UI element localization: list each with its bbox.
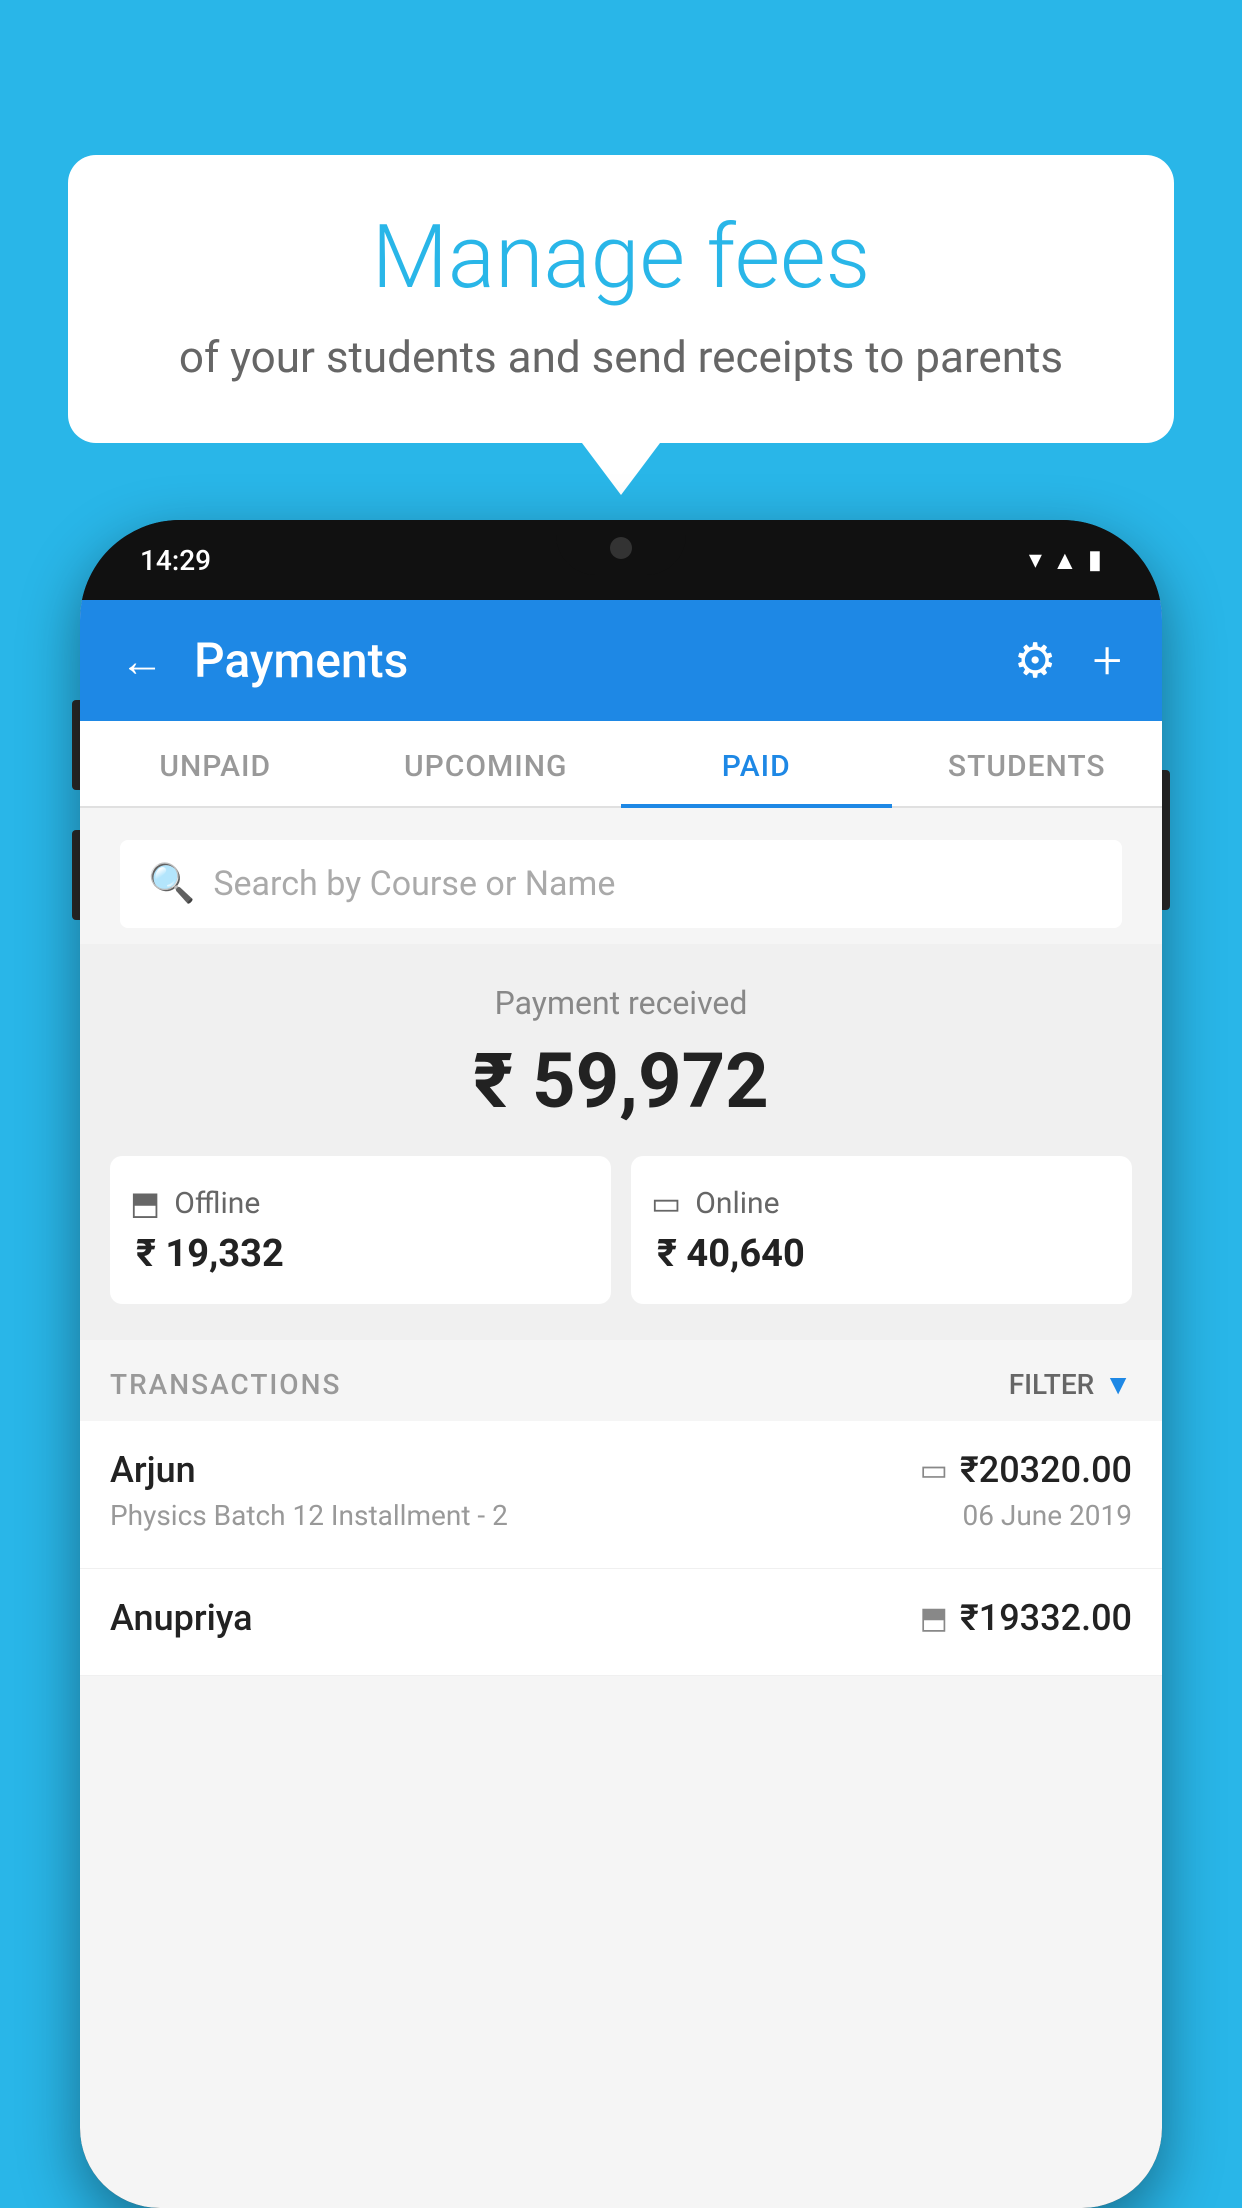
tabs-bar: UNPAID UPCOMING PAID STUDENTS xyxy=(80,721,1162,808)
signal-icon: ▲ xyxy=(1052,545,1078,576)
bubble-subtitle: of your students and send receipts to pa… xyxy=(128,331,1114,383)
offline-amount: ₹ 19,332 xyxy=(130,1232,284,1276)
phone-notch xyxy=(556,520,686,575)
online-amount: ₹ 40,640 xyxy=(651,1232,805,1276)
tab-students[interactable]: STUDENTS xyxy=(892,721,1163,806)
back-button[interactable]: ← xyxy=(120,635,164,687)
battery-icon: ▮ xyxy=(1088,545,1102,575)
transaction-name-1: Arjun xyxy=(110,1449,196,1491)
transaction-detail-1: Physics Batch 12 Installment - 2 xyxy=(110,1499,508,1532)
transaction-row-2: Anupriya ⬒ ₹19332.00 xyxy=(110,1597,1132,1639)
transaction-detail-row-1: Physics Batch 12 Installment - 2 06 June… xyxy=(110,1499,1132,1532)
table-row[interactable]: Anupriya ⬒ ₹19332.00 xyxy=(80,1569,1162,1676)
transactions-header: TRANSACTIONS FILTER ▼ xyxy=(80,1340,1162,1421)
offline-card: ⬒ Offline ₹ 19,332 xyxy=(110,1156,611,1304)
transactions-label: TRANSACTIONS xyxy=(110,1368,341,1401)
app-content: ← Payments ⚙ + UNPAID UPCOMING PAID STUD… xyxy=(80,600,1162,2208)
offline-label: Offline xyxy=(174,1186,260,1221)
transaction-amount-value-2: ₹19332.00 xyxy=(960,1597,1132,1639)
transaction-list: Arjun ▭ ₹20320.00 Physics Batch 12 Insta… xyxy=(80,1421,1162,1676)
tab-upcoming[interactable]: UPCOMING xyxy=(351,721,622,806)
search-icon: 🔍 xyxy=(148,862,195,906)
transaction-amount-1: ▭ ₹20320.00 xyxy=(920,1449,1132,1491)
filter-label: FILTER xyxy=(1009,1368,1095,1401)
payment-cards: ⬒ Offline ₹ 19,332 ▭ Online ₹ 40,640 xyxy=(110,1156,1132,1304)
online-label: Online xyxy=(695,1186,779,1221)
card-payment-icon-2: ⬒ xyxy=(920,1601,948,1636)
volume-down-button xyxy=(72,830,80,920)
wifi-icon: ▾ xyxy=(1029,545,1042,575)
status-bar: 14:29 ▾ ▲ ▮ xyxy=(80,520,1162,600)
tab-unpaid[interactable]: UNPAID xyxy=(80,721,351,806)
table-row[interactable]: Arjun ▭ ₹20320.00 Physics Batch 12 Insta… xyxy=(80,1421,1162,1569)
card-payment-icon-1: ▭ xyxy=(920,1453,948,1488)
online-icon: ▭ xyxy=(651,1184,681,1222)
camera xyxy=(610,537,632,559)
transaction-amount-2: ⬒ ₹19332.00 xyxy=(920,1597,1132,1639)
payment-received-label: Payment received xyxy=(110,984,1132,1022)
phone-frame: 14:29 ▾ ▲ ▮ ← Payments ⚙ + UNPAID UPCOMI… xyxy=(80,520,1162,2208)
tab-paid[interactable]: PAID xyxy=(621,721,892,806)
status-time: 14:29 xyxy=(140,544,211,577)
filter-button[interactable]: FILTER ▼ xyxy=(1009,1368,1132,1401)
header-left: ← Payments xyxy=(120,632,408,689)
bubble-title: Manage fees xyxy=(128,210,1114,307)
payment-total-amount: ₹ 59,972 xyxy=(110,1036,1132,1126)
online-card: ▭ Online ₹ 40,640 xyxy=(631,1156,1132,1304)
speech-bubble: Manage fees of your students and send re… xyxy=(68,155,1174,443)
transaction-row-1: Arjun ▭ ₹20320.00 xyxy=(110,1449,1132,1491)
transaction-name-2: Anupriya xyxy=(110,1597,253,1639)
add-button[interactable]: + xyxy=(1093,630,1122,691)
transaction-amount-value-1: ₹20320.00 xyxy=(960,1449,1132,1491)
power-button xyxy=(1162,770,1170,910)
search-bar[interactable]: 🔍 Search by Course or Name xyxy=(120,840,1122,928)
online-card-header: ▭ Online xyxy=(651,1184,780,1222)
page-title: Payments xyxy=(194,632,408,689)
payment-summary: Payment received ₹ 59,972 ⬒ Offline ₹ 19… xyxy=(80,944,1162,1340)
transaction-date-1: 06 June 2019 xyxy=(962,1499,1132,1532)
search-input[interactable]: Search by Course or Name xyxy=(213,864,615,904)
offline-card-header: ⬒ Offline xyxy=(130,1184,260,1222)
volume-up-button xyxy=(72,700,80,790)
status-icons: ▾ ▲ ▮ xyxy=(1029,545,1102,576)
filter-icon: ▼ xyxy=(1104,1368,1132,1401)
app-header: ← Payments ⚙ + xyxy=(80,600,1162,721)
offline-icon: ⬒ xyxy=(130,1184,160,1222)
header-right: ⚙ + xyxy=(1014,630,1122,691)
settings-icon[interactable]: ⚙ xyxy=(1014,632,1057,689)
